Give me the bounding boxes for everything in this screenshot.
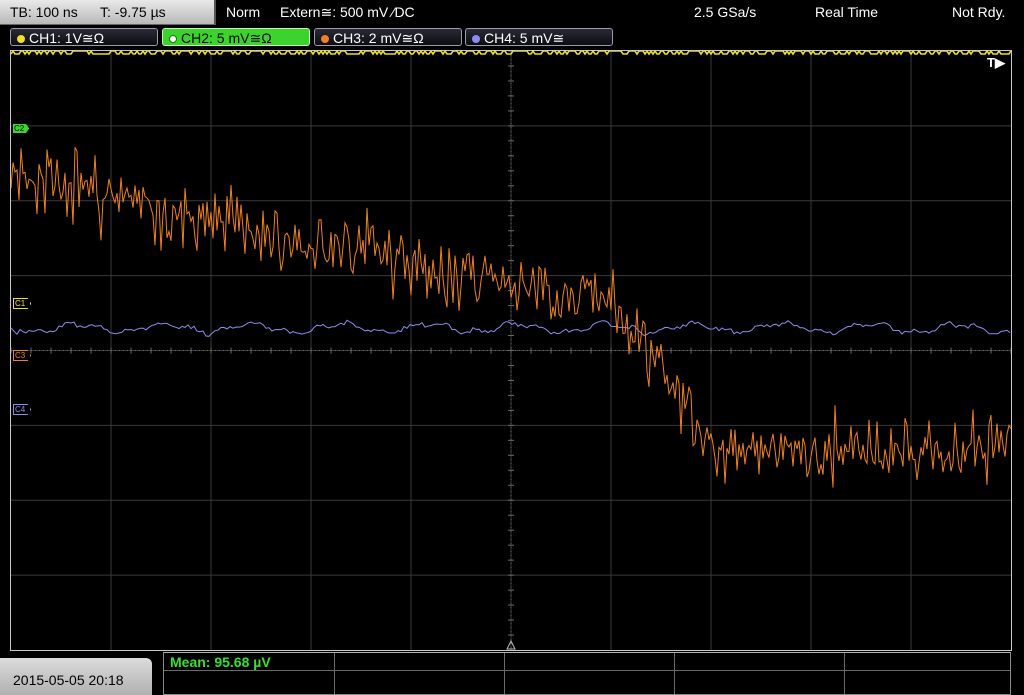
acquisition-status-label: Not Rdy.: [952, 4, 1006, 20]
channel-tab-label: CH4: 5 mV≅: [484, 30, 565, 46]
ch4-color-dot: [472, 35, 480, 43]
measurement-column-divider: [334, 653, 335, 694]
measurement-panel[interactable]: Mean: 95.68 µV: [163, 652, 1011, 695]
channel-tab-label: CH3: 2 mV≅Ω: [333, 30, 424, 46]
ch3-offset-marker[interactable]: C3: [13, 350, 32, 361]
trigger-time-label: T: -9.75 µs: [100, 4, 166, 20]
measurement-column-divider: [844, 653, 845, 694]
measurement-column-divider: [504, 653, 505, 694]
timebase-label: TB: 100 ns: [10, 4, 78, 20]
ch1-offset-marker[interactable]: C1: [13, 298, 32, 309]
channel-tab-label: CH1: 1V≅Ω: [29, 30, 105, 46]
bottom-bar: 2015-05-05 20:18 Mean: 95.68 µV: [0, 652, 1024, 695]
sample-rate-label[interactable]: 2.5 GSa/s: [694, 0, 756, 24]
ch4-offset-marker[interactable]: C4: [13, 404, 32, 415]
datetime-label: 2015-05-05 20:18: [13, 672, 124, 688]
ch2-color-dot: [169, 35, 177, 43]
timebase-box[interactable]: TB: 100 ns T: -9.75 µs: [0, 0, 216, 25]
measurement-mean-value: Mean: 95.68 µV: [170, 654, 271, 670]
trigger-position-marker[interactable]: T▶: [987, 55, 1005, 71]
channel-bar: CH1: 1V≅Ω CH2: 5 mV≅Ω CH3: 2 mV≅Ω CH4: 5…: [0, 26, 1024, 48]
trigger-source-label[interactable]: Extern≅: 500 mV ⁄DC: [280, 0, 415, 24]
status-bar: TB: 100 ns T: -9.75 µs Norm Extern≅: 500…: [0, 0, 1024, 26]
channel-tab-label: CH2: 5 mV≅Ω: [181, 30, 272, 46]
channel-tab-ch3[interactable]: CH3: 2 mV≅Ω: [314, 28, 462, 46]
ch1-color-dot: [17, 35, 25, 43]
channel-tab-ch2[interactable]: CH2: 5 mV≅Ω: [162, 28, 310, 46]
acquisition-mode-label[interactable]: Real Time: [815, 0, 878, 24]
measurement-row-divider: [164, 670, 1010, 671]
channel-tab-ch1[interactable]: CH1: 1V≅Ω: [10, 28, 158, 46]
trigger-mode-label[interactable]: Norm: [226, 0, 260, 24]
channel-tab-ch4[interactable]: CH4: 5 mV≅: [465, 28, 613, 46]
ch3-color-dot: [321, 35, 329, 43]
datetime-box[interactable]: 2015-05-05 20:18: [0, 658, 152, 695]
waveform-display[interactable]: T▶ C2 C1 C3 C4: [10, 50, 1012, 651]
measurement-column-divider: [674, 653, 675, 694]
waveform-canvas: [11, 51, 1011, 650]
ch2-offset-marker[interactable]: C2: [13, 124, 30, 133]
